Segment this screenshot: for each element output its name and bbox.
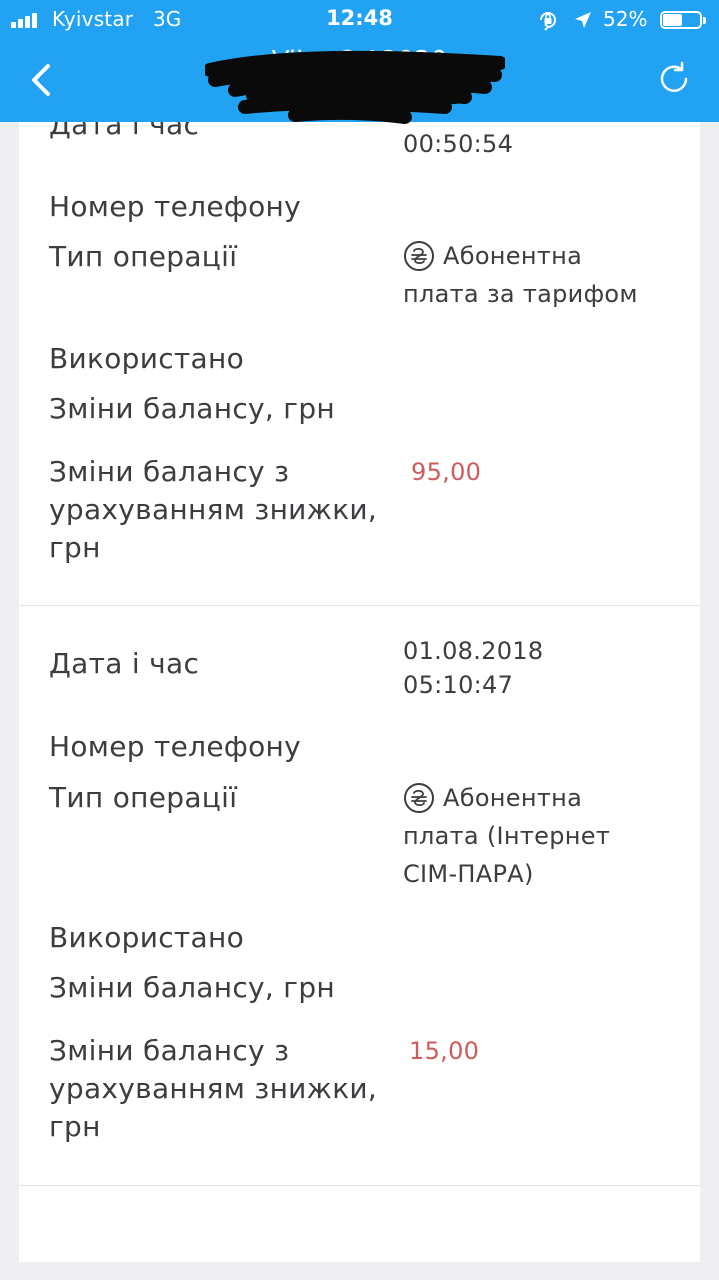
phone-label: Номер телефону (49, 730, 302, 763)
redaction-scribble (205, 50, 505, 124)
discount-balance-value: 95,00 (411, 458, 482, 486)
used-label: Використано (49, 342, 245, 375)
date-value: 01.08.2018 (403, 637, 544, 665)
location-arrow-icon (575, 12, 591, 28)
battery-percent: 52% (603, 7, 648, 31)
used-label: Використано (49, 921, 245, 954)
date-label: Дата і час (49, 647, 200, 680)
lock-rotation-icon (540, 12, 556, 31)
transactions-card: Дата і час 00:50:54 Номер телефону Тип о… (19, 0, 700, 1262)
time-value: 05:10:47 (403, 671, 514, 699)
operation-type-value: Абонентна плата за тарифом (403, 242, 638, 308)
operation-type-label: Тип операції (49, 240, 238, 273)
time-value: 00:50:54 (403, 130, 514, 158)
refresh-icon[interactable] (655, 60, 693, 98)
balance-change-label: Зміни балансу, грн (49, 392, 336, 425)
battery-icon (660, 11, 710, 31)
discount-balance-label: Зміни балансу з урахуванням знижки, грн (49, 1034, 378, 1143)
discount-balance-value: 15,00 (409, 1037, 480, 1065)
status-bar: Kyivstar 3G 12:48 52% (0, 0, 719, 40)
phone-label: Номер телефону (49, 190, 302, 223)
operation-type-label: Тип операції (49, 781, 238, 814)
operation-type-value: Абонентна плата (Інтернет СІМ-ПАРА) (403, 784, 611, 888)
discount-balance-label: Зміни балансу з урахуванням знижки, грн (49, 455, 378, 564)
balance-change-label: Зміни балансу, грн (49, 971, 336, 1004)
transaction-entry[interactable]: 01.08.2018 Дата і час 05:10:47 Номер тел… (19, 605, 700, 1186)
